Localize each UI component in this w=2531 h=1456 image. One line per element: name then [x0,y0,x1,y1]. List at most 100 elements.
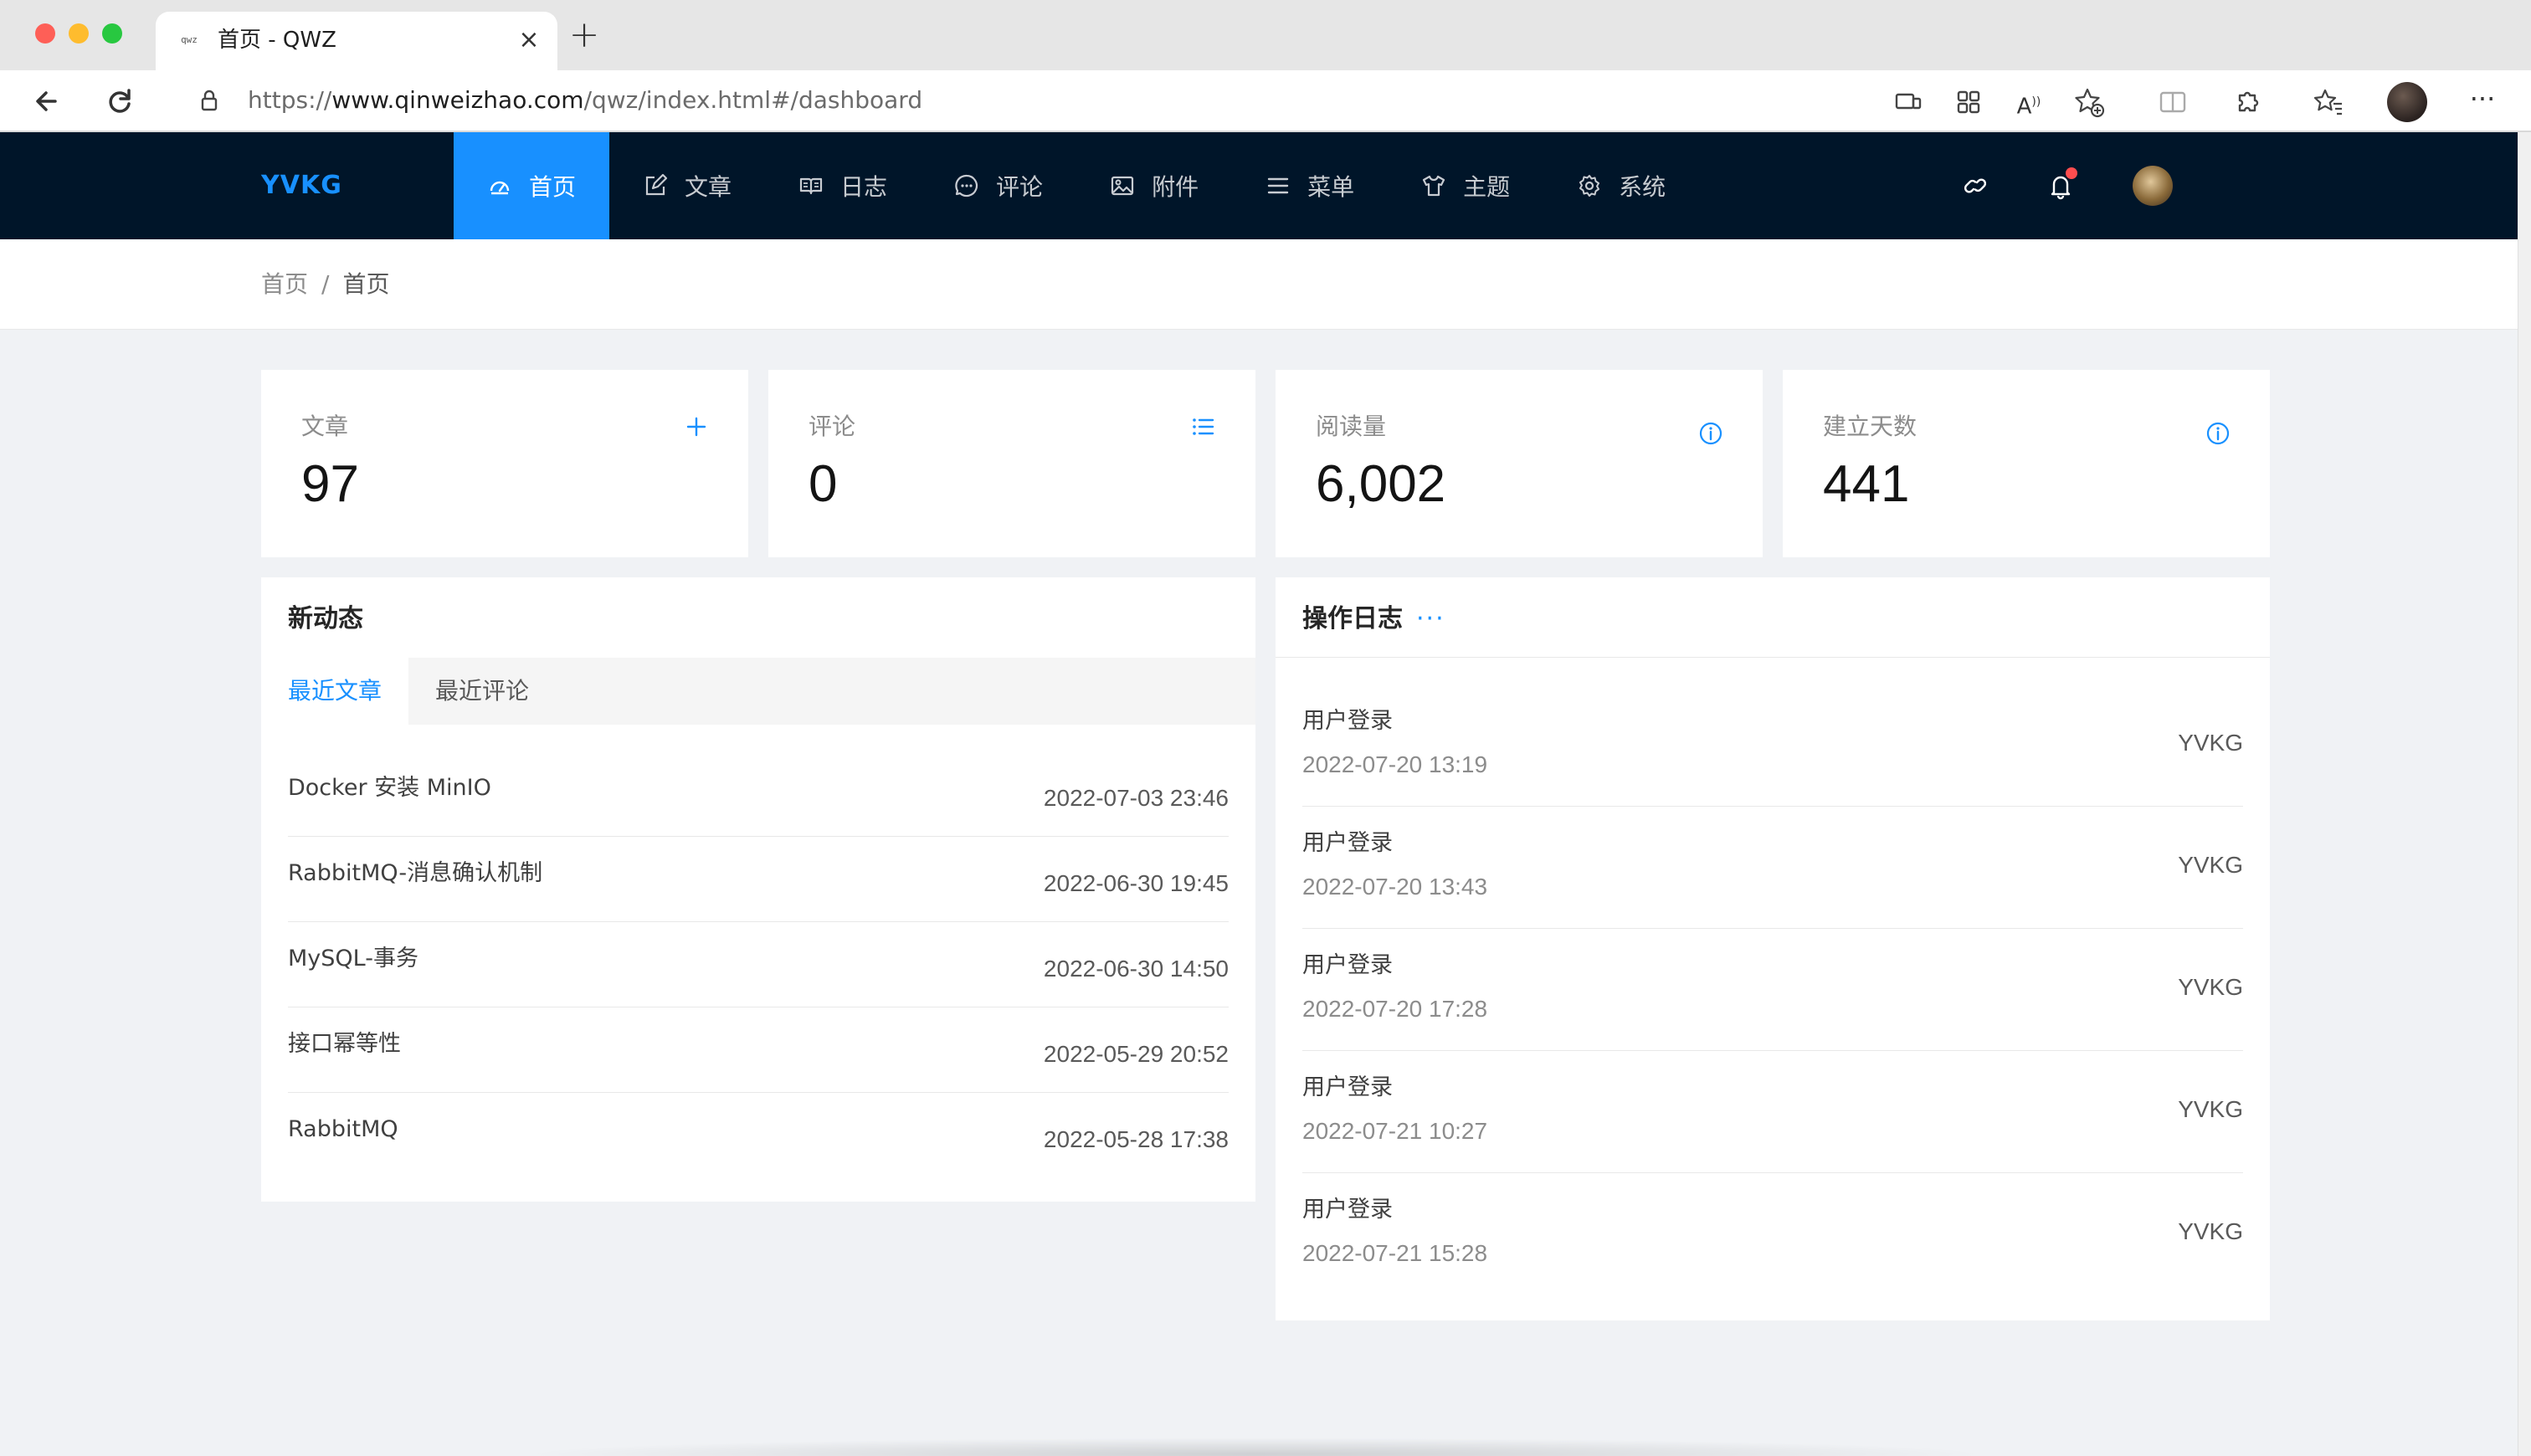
table-row: 用户登录 2022-07-20 13:43 YVKG [1302,807,2243,929]
address-bar[interactable]: https://www.qinweizhao.com/qwz/index.htm… [167,75,2124,126]
list-item[interactable]: Docker 安装 MinIO 2022-07-03 23:46 [288,751,1229,837]
article-title[interactable]: Docker 安装 MinIO [288,773,491,803]
more-icon[interactable]: ··· [1416,604,1445,633]
info-icon[interactable] [2205,420,2231,447]
breadcrumb-current: 首页 [342,270,390,298]
table-row: 用户登录 2022-07-21 15:28 YVKG [1302,1173,2243,1295]
top-navigation: YVKG 首页 文章 日志 评论 附件 菜单 主题 系统 [0,132,2518,239]
menu-item-home[interactable]: 首页 [454,132,610,239]
article-date: 2022-05-29 20:52 [1043,1041,1229,1067]
notification-badge [2066,167,2077,179]
window-close-button[interactable] [35,23,55,44]
list-item[interactable]: MySQL-事务 2022-06-30 14:50 [288,922,1229,1007]
log-action: 用户登录 [1302,708,1393,734]
article-title[interactable]: RabbitMQ-消息确认机制 [288,859,542,889]
book-icon [798,173,824,198]
add-favorite-icon[interactable] [2071,84,2107,120]
link-icon[interactable] [1955,166,1995,206]
footer-shadow [519,1438,1992,1456]
stat-label: 阅读量 [1316,413,1387,440]
menu-item-attachments[interactable]: 附件 [1076,132,1232,239]
tab-close-icon[interactable]: × [512,23,546,57]
activity-tabs: 最近文章 最近评论 [261,658,1255,725]
log-action: 用户登录 [1302,1074,1393,1100]
shirt-icon [1421,173,1446,198]
avatar[interactable] [2133,166,2173,206]
picture-icon [1110,173,1135,198]
tab-recent-articles[interactable]: 最近文章 [261,658,409,725]
plus-icon[interactable] [683,413,710,440]
article-date: 2022-07-03 23:46 [1043,785,1229,811]
browser-profile-avatar[interactable] [2387,82,2427,122]
back-icon[interactable] [27,80,69,122]
browser-toolbar: https://www.qinweizhao.com/qwz/index.htm… [0,70,2531,132]
article-title[interactable]: MySQL-事务 [288,944,418,974]
log-action: 用户登录 [1302,830,1393,856]
log-date: 2022-07-21 10:27 [1302,1118,1488,1144]
tab-title: 首页 - QWZ [218,28,336,53]
browser-tab[interactable]: qwz 首页 - QWZ × [156,12,557,70]
url-text[interactable]: https://www.qinweizhao.com/qwz/index.htm… [248,85,922,115]
menu-item-menus[interactable]: 菜单 [1232,132,1388,239]
edit-icon [643,173,668,198]
menu-item-label: 菜单 [1307,173,1355,201]
window-zoom-button[interactable] [102,23,122,44]
oplog-card: 操作日志 ··· 用户登录 2022-07-20 13:19 YVKG 用户登录 … [1276,577,2270,1320]
page-scrollbar[interactable] [2518,132,2531,1456]
apps-icon[interactable] [1950,84,1987,120]
activity-title: 新动态 [288,604,363,633]
menu-item-label: 日志 [840,173,888,201]
list-icon[interactable] [1190,413,1217,440]
menu-item-label: 附件 [1152,173,1199,201]
log-user: YVKG [2178,974,2243,1000]
tab-recent-comments[interactable]: 最近评论 [408,658,556,725]
browser-tabstrip: qwz 首页 - QWZ × + [0,0,2531,70]
log-user: YVKG [2178,1096,2243,1122]
article-title[interactable]: RabbitMQ [288,1115,398,1145]
list-item[interactable]: 接口幂等性 2022-05-29 20:52 [288,1007,1229,1093]
new-tab-button[interactable]: + [566,17,603,54]
stat-label: 建立天数 [1823,413,1918,440]
log-action: 用户登录 [1302,952,1393,978]
article-date: 2022-06-30 19:45 [1043,870,1229,896]
reload-icon[interactable] [99,80,141,122]
page-viewport: YVKG 首页 文章 日志 评论 附件 菜单 主题 系统 首页 / 首页 文章 … [0,132,2518,1456]
read-aloud-icon[interactable]: A)) [2010,84,2047,120]
log-user: YVKG [2178,852,2243,878]
activity-card: 新动态 最近文章 最近评论 Docker 安装 MinIO 2022-07-03… [261,577,1255,1202]
menu-item-themes[interactable]: 主题 [1388,132,1543,239]
stat-value: 0 [809,455,838,513]
info-icon[interactable] [1697,420,1724,447]
stat-label: 文章 [301,413,349,440]
article-title[interactable]: 接口幂等性 [288,1029,401,1059]
menu-item-articles[interactable]: 文章 [609,132,765,239]
list-item[interactable]: RabbitMQ 2022-05-28 17:38 [288,1093,1229,1178]
menu-item-system[interactable]: 系统 [1543,132,1699,239]
breadcrumb: 首页 / 首页 [261,269,389,300]
stat-card-articles: 文章 97 [261,370,748,557]
brand-logo[interactable]: YVKG [261,166,342,206]
main-menu: 首页 文章 日志 评论 附件 菜单 主题 系统 [454,132,1699,239]
breadcrumb-home-link[interactable]: 首页 [261,270,308,298]
sidebar-icon[interactable] [2154,84,2191,120]
bell-icon[interactable] [2041,166,2081,206]
window-minimize-button[interactable] [69,23,89,44]
stat-label: 评论 [809,413,856,440]
dashboard-icon [487,173,512,198]
menu-item-journals[interactable]: 日志 [765,132,921,239]
comment-icon [954,173,979,198]
list-item[interactable]: RabbitMQ-消息确认机制 2022-06-30 19:45 [288,837,1229,922]
log-date: 2022-07-20 13:43 [1302,874,1488,900]
gear-icon [1577,173,1602,198]
menu-item-label: 首页 [529,173,577,201]
extensions-icon[interactable] [2228,84,2265,120]
article-date: 2022-06-30 14:50 [1043,956,1229,982]
oplog-header: 操作日志 ··· [1276,577,2270,658]
favorites-icon[interactable] [2310,84,2347,120]
menu-item-comments[interactable]: 评论 [921,132,1076,239]
menu-item-label: 文章 [685,173,732,201]
cast-icon[interactable] [1890,84,1927,120]
more-icon[interactable]: ··· [2464,84,2501,120]
stat-value: 6,002 [1316,455,1446,513]
lock-icon[interactable] [196,87,223,114]
